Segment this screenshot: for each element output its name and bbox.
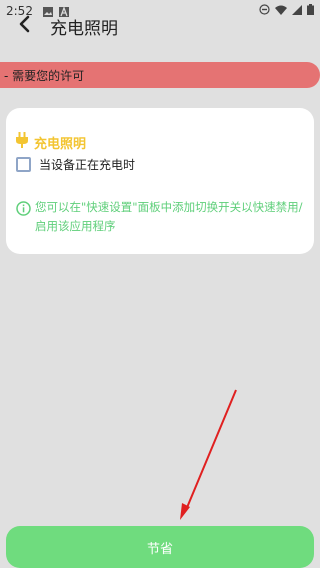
save-button[interactable]: 节省 <box>6 526 314 568</box>
back-arrow-icon <box>17 15 31 37</box>
info-text: 您可以在"快速设置"面板中添加切换开关以快速禁用/启用该应用程序 <box>35 200 303 233</box>
save-button-label: 节省 <box>146 541 173 557</box>
charging-checkbox-label: 当设备正在充电时 <box>39 158 136 172</box>
card-header: 充电照明 <box>16 132 86 152</box>
settings-card: 充电照明 当设备正在充电时 您可以在"快速设置"面板中添加切换开关以快速禁用/启… <box>6 108 314 254</box>
permission-banner[interactable]: - 需要您的许可 <box>0 62 320 88</box>
back-button[interactable] <box>4 8 44 44</box>
info-icon <box>16 201 31 220</box>
info-row: 您可以在"快速设置"面板中添加切换开关以快速禁用/启用该应用程序 <box>16 198 306 236</box>
page-title: 充电照明 <box>50 18 118 39</box>
card-title: 充电照明 <box>34 136 87 152</box>
app-bar: 充电照明 <box>0 8 320 44</box>
charging-checkbox[interactable] <box>16 157 31 172</box>
charging-checkbox-row[interactable]: 当设备正在充电时 <box>16 156 135 173</box>
plug-icon <box>16 132 28 152</box>
permission-banner-text: - 需要您的许可 <box>4 68 85 83</box>
